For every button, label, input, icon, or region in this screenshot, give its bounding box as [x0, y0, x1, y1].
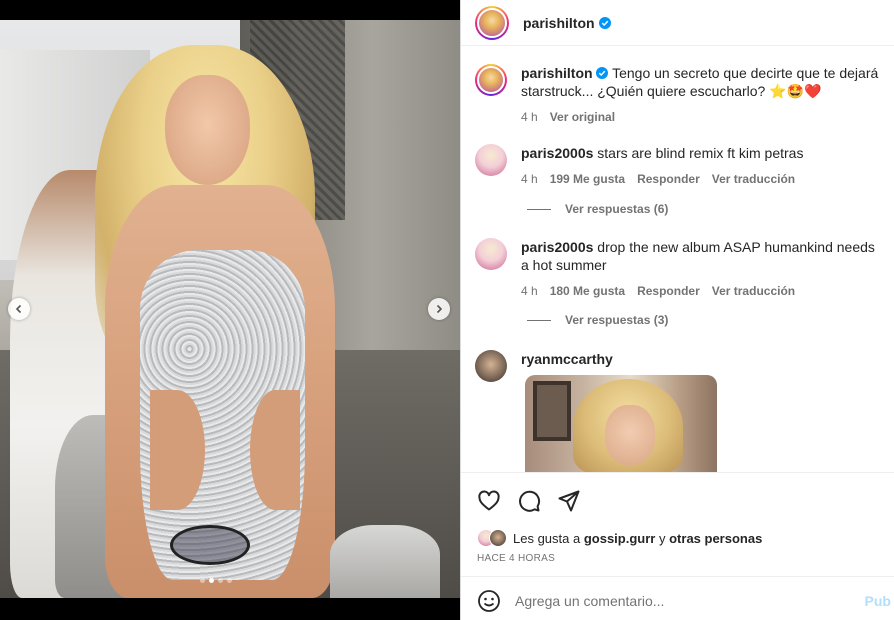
- caption: parishilton Tengo un secreto que decirte…: [475, 64, 885, 126]
- post-panel: parishilton parishilton Tengo un secreto…: [460, 0, 894, 620]
- heart-icon: [478, 490, 500, 511]
- likes-prefix: Les gusta a: [513, 530, 581, 546]
- caption-avatar[interactable]: [475, 64, 507, 96]
- comment-time[interactable]: 4 h: [521, 170, 538, 188]
- comment-likes[interactable]: 180 Me gusta: [550, 282, 625, 300]
- comment-button[interactable]: [517, 489, 541, 513]
- view-replies-label: Ver respuestas (3): [565, 313, 669, 327]
- chevron-left-icon: [15, 304, 22, 314]
- commenter-avatar[interactable]: [475, 144, 507, 176]
- comments-list: parishilton Tengo un secreto que decirte…: [461, 47, 894, 472]
- carousel-prev-button[interactable]: [8, 298, 30, 320]
- post-header: parishilton: [461, 0, 894, 46]
- emoji-button[interactable]: [477, 589, 501, 613]
- carousel-next-button[interactable]: [428, 298, 450, 320]
- chevron-right-icon: [436, 304, 443, 314]
- translate-link[interactable]: Ver traducción: [712, 170, 795, 188]
- emoji-icon: [478, 589, 500, 612]
- other-likers-link[interactable]: otras personas: [669, 531, 762, 546]
- carousel-dot: [227, 578, 232, 583]
- comment-composer: Pub: [461, 576, 894, 620]
- caption-time[interactable]: 4 h: [521, 108, 538, 126]
- like-button[interactable]: [477, 489, 501, 513]
- carousel-dot: [200, 578, 205, 583]
- post-actions: Les gusta a gossip.gurr y otras personas…: [461, 472, 894, 620]
- author-username[interactable]: parishilton: [523, 15, 595, 31]
- liker-avatar: [489, 529, 507, 547]
- comment-time[interactable]: 4 h: [521, 282, 538, 300]
- comment-icon: [519, 490, 541, 512]
- carousel-dot-active: [209, 578, 214, 583]
- likes-summary: Les gusta a gossip.gurr y otras personas: [477, 529, 762, 547]
- carousel-dots: [200, 578, 232, 583]
- comment-item: paris2000s stars are blind remix ft kim …: [475, 144, 885, 188]
- post-comment-button[interactable]: Pub: [865, 593, 891, 609]
- reply-button[interactable]: Responder: [637, 170, 700, 188]
- author-avatar[interactable]: [475, 5, 509, 40]
- translate-link[interactable]: Ver traducción: [712, 282, 795, 300]
- post-media: [0, 0, 460, 620]
- commenter-avatar[interactable]: [475, 350, 507, 382]
- liker-username[interactable]: gossip.gurr: [584, 531, 656, 546]
- share-icon: [558, 490, 580, 512]
- see-original-link[interactable]: Ver original: [550, 108, 615, 126]
- view-replies-label: Ver respuestas (6): [565, 202, 669, 216]
- reply-button[interactable]: Responder: [637, 282, 700, 300]
- verified-icon: [596, 67, 609, 79]
- view-replies-button[interactable]: Ver respuestas (3): [527, 313, 668, 327]
- comment-author[interactable]: paris2000s: [521, 145, 593, 161]
- likes-joiner: y: [658, 530, 666, 546]
- commenter-avatar[interactable]: [475, 238, 507, 270]
- comment-author[interactable]: paris2000s: [521, 239, 593, 255]
- carousel-dot: [218, 578, 223, 583]
- view-replies-button[interactable]: Ver respuestas (6): [527, 202, 668, 216]
- comment-likes[interactable]: 199 Me gusta: [550, 170, 625, 188]
- comment-author[interactable]: ryanmccarthy: [521, 351, 613, 367]
- post-photo: [0, 20, 460, 598]
- share-button[interactable]: [557, 489, 581, 513]
- comment-input[interactable]: [515, 592, 835, 609]
- comment-text: stars are blind remix ft kim petras: [597, 145, 804, 161]
- caption-author[interactable]: parishilton: [521, 65, 593, 81]
- comment-gif: [525, 375, 717, 472]
- verified-icon: [598, 16, 611, 29]
- post-timestamp[interactable]: HACE 4 HORAS: [477, 553, 555, 564]
- comment-item: paris2000s drop the new album ASAP human…: [475, 238, 885, 300]
